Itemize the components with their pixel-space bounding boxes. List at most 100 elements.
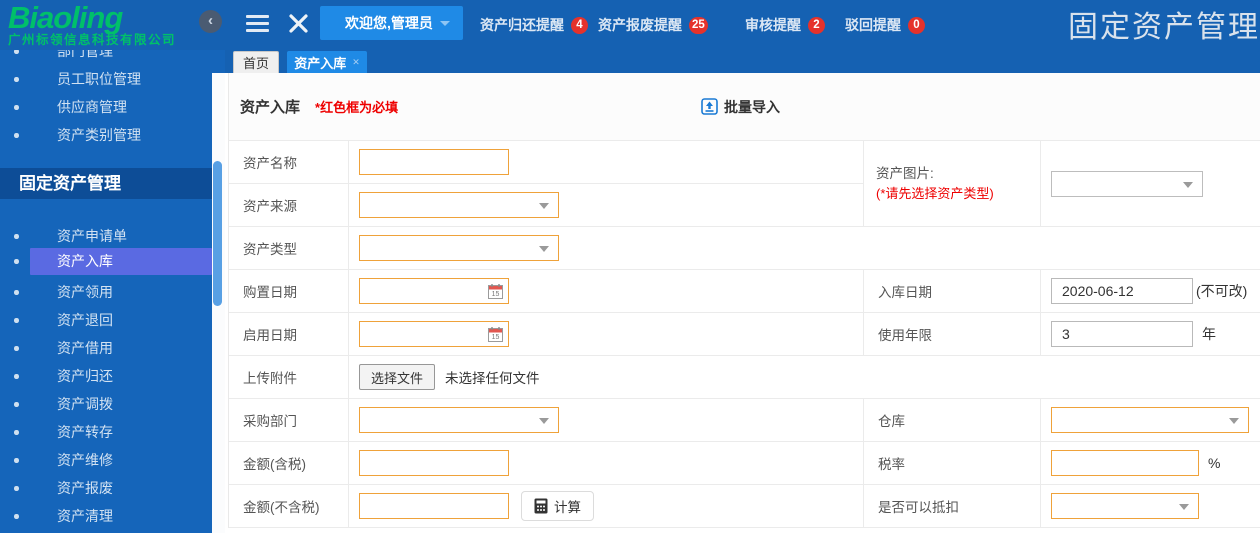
app-title: 固定资产管理 xyxy=(1068,2,1260,46)
upload-icon xyxy=(701,98,718,115)
amount-incl-tax-label: 金额(含税) xyxy=(229,442,349,485)
notif-badge: 2 xyxy=(808,17,825,34)
useful-life-input[interactable] xyxy=(1051,321,1193,347)
amount-incl-tax-input[interactable] xyxy=(359,450,509,476)
sidebar-item-asset-request[interactable]: 资产申请单 xyxy=(30,223,212,250)
sidebar-section-fixed-assets: 固定资产管理 xyxy=(0,168,212,199)
enable-date-input[interactable] xyxy=(359,321,509,347)
amount-excl-tax-input[interactable] xyxy=(359,493,509,519)
amount-excl-tax-label: 金额(不含税) xyxy=(229,485,349,528)
chevron-down-icon xyxy=(539,203,549,214)
notif-item-reject[interactable]: 驳回提醒 0 xyxy=(845,0,925,50)
sidebar-scrollbar-handle[interactable] xyxy=(213,161,222,306)
calendar-icon[interactable]: 15 xyxy=(488,326,503,342)
chevron-down-icon xyxy=(539,246,549,257)
chevron-down-icon xyxy=(1183,182,1193,193)
welcome-user-button[interactable]: 欢迎您,管理员 xyxy=(320,6,463,40)
svg-text:15: 15 xyxy=(492,334,500,341)
asset-type-select[interactable] xyxy=(359,235,559,261)
calculate-button[interactable]: 计算 xyxy=(521,491,594,521)
app-window: ‹ 欢迎您,管理员 资产归还提醒 4 资产报废提醒 25 审核提醒 2 驳回提醒… xyxy=(0,0,1260,533)
notif-item-audit[interactable]: 审核提醒 2 xyxy=(745,0,825,50)
logo-brand: Biaoling xyxy=(8,2,176,33)
tax-rate-label: 税率 xyxy=(864,442,1041,485)
inbound-date-label: 入库日期 xyxy=(864,270,1041,313)
choose-file-button[interactable]: 选择文件 xyxy=(359,364,435,390)
sidebar-item-supplier-mgmt[interactable]: 供应商管理 xyxy=(30,94,212,121)
asset-type-label: 资产类型 xyxy=(229,227,349,270)
asset-name-input[interactable] xyxy=(359,149,509,175)
logo-company: 广州标领信息科技有限公司 xyxy=(8,34,176,47)
bullet-icon xyxy=(14,514,19,519)
asset-inbound-form: 资产名称 资产图片: (*请先选择资产类型) 资产来源 资产类型 购置日期 xyxy=(228,140,1260,528)
main-content: 资产入库 *红色框为必填 批量导入 资产名称 资产图片: (*请先选择资产类型) xyxy=(225,73,1260,533)
calendar-icon[interactable]: 15 xyxy=(488,283,503,299)
sidebar-collapse-button[interactable]: ‹ xyxy=(199,10,222,33)
tax-rate-input[interactable] xyxy=(1051,450,1199,476)
tab-close-icon[interactable]: ✕ xyxy=(352,57,360,68)
asset-image-label-cell: 资产图片: (*请先选择资产类型) xyxy=(864,141,1041,227)
notif-item-asset-scrap[interactable]: 资产报废提醒 25 xyxy=(598,0,708,50)
asset-image-note: (*请先选择资产类型) xyxy=(876,184,994,204)
sidebar-item-asset-scrap[interactable]: 资产报废 xyxy=(30,475,212,502)
sidebar-item-asset-transfer[interactable]: 资产调拨 xyxy=(30,391,212,418)
purchase-date-label: 购置日期 xyxy=(229,270,349,313)
tab-strip: 首页 资产入库 ✕ xyxy=(225,50,1260,73)
svg-text:15: 15 xyxy=(492,291,500,298)
asset-source-label: 资产来源 xyxy=(229,184,349,227)
logo: Biaoling 广州标领信息科技有限公司 xyxy=(8,2,176,47)
calculator-icon xyxy=(534,498,548,514)
bullet-icon xyxy=(14,374,19,379)
sidebar-item-asset-cleanup[interactable]: 资产清理 xyxy=(30,503,212,530)
inbound-date-note: (不可改) xyxy=(1196,281,1247,301)
attachment-label: 上传附件 xyxy=(229,356,349,399)
sidebar-item-asset-repair[interactable]: 资产维修 xyxy=(30,447,212,474)
bullet-icon xyxy=(14,259,19,264)
close-icon[interactable] xyxy=(288,13,309,34)
useful-life-label: 使用年限 xyxy=(864,313,1041,356)
sidebar-item-asset-restore[interactable]: 资产转存 xyxy=(30,419,212,446)
asset-source-select[interactable] xyxy=(359,192,559,218)
bullet-icon xyxy=(14,234,19,239)
required-note: *红色框为必填 xyxy=(315,97,398,116)
tab-home[interactable]: 首页 xyxy=(233,51,279,73)
bullet-icon xyxy=(14,346,19,351)
bullet-icon xyxy=(14,133,19,138)
notif-badge: 25 xyxy=(689,17,708,34)
bullet-icon xyxy=(14,486,19,491)
sidebar-item-asset-return-back[interactable]: 资产退回 xyxy=(30,307,212,334)
notif-item-asset-return[interactable]: 资产归还提醒 4 xyxy=(480,0,588,50)
asset-image-select[interactable] xyxy=(1051,171,1203,197)
useful-life-unit: 年 xyxy=(1202,324,1216,344)
sidebar-item-asset-giveback[interactable]: 资产归还 xyxy=(30,363,212,390)
bullet-icon xyxy=(14,318,19,323)
chevron-down-icon xyxy=(1179,504,1189,515)
sidebar-item-asset-inbound[interactable]: 资产入库 xyxy=(30,248,212,275)
sidebar-item-asset-issue[interactable]: 资产领用 xyxy=(30,279,212,306)
sidebar-scrollbar-track[interactable] xyxy=(212,73,225,533)
purchase-dept-select[interactable] xyxy=(359,407,559,433)
tax-rate-unit: % xyxy=(1208,455,1220,471)
notif-badge: 4 xyxy=(571,17,588,34)
purchase-date-input[interactable] xyxy=(359,278,509,304)
sidebar-item-employee-position-mgmt[interactable]: 员工职位管理 xyxy=(30,66,212,93)
bullet-icon xyxy=(14,105,19,110)
bullet-icon xyxy=(14,430,19,435)
chevron-down-icon xyxy=(1229,418,1239,429)
enable-date-label: 启用日期 xyxy=(229,313,349,356)
deductible-label: 是否可以抵扣 xyxy=(864,485,1041,528)
panel-header: 资产入库 *红色框为必填 批量导入 xyxy=(228,73,1260,140)
warehouse-select[interactable] xyxy=(1051,407,1249,433)
bullet-icon xyxy=(14,458,19,463)
tab-asset-inbound[interactable]: 资产入库 ✕ xyxy=(287,51,367,73)
topbar: ‹ 欢迎您,管理员 资产归还提醒 4 资产报废提醒 25 审核提醒 2 驳回提醒… xyxy=(0,0,1260,50)
page-title: 资产入库 xyxy=(240,96,300,117)
inbound-date-input[interactable] xyxy=(1051,278,1193,304)
bulk-import-button[interactable]: 批量导入 xyxy=(701,97,780,117)
sidebar-item-asset-borrow[interactable]: 资产借用 xyxy=(30,335,212,362)
menu-icon[interactable] xyxy=(246,15,269,36)
bullet-icon xyxy=(14,290,19,295)
sidebar-item-asset-category-mgmt[interactable]: 资产类别管理 xyxy=(30,122,212,149)
deductible-select[interactable] xyxy=(1051,493,1199,519)
purchase-dept-label: 采购部门 xyxy=(229,399,349,442)
